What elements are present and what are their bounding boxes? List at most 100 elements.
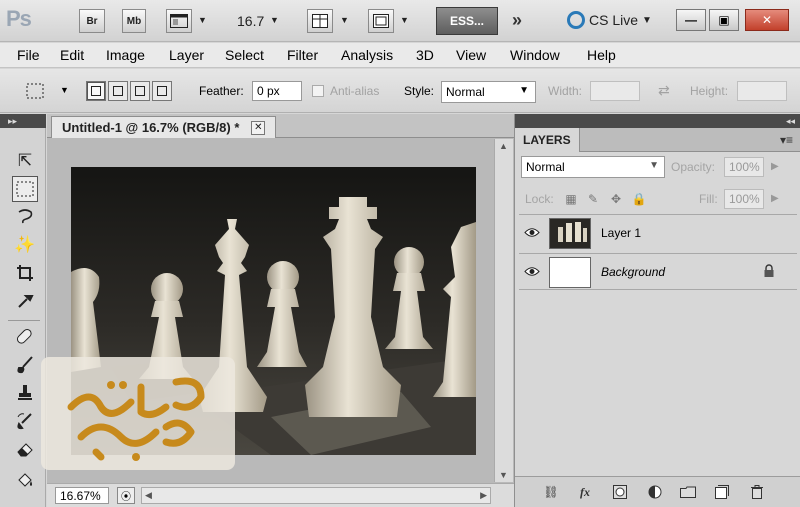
new-selection-button[interactable]	[86, 81, 106, 101]
maximize-button[interactable]: ▣	[709, 9, 739, 31]
crop-tool[interactable]	[12, 260, 38, 286]
scroll-down-icon[interactable]: ▼	[499, 470, 508, 480]
trash-icon[interactable]	[747, 483, 767, 501]
width-input[interactable]	[590, 81, 640, 101]
scroll-left-icon[interactable]: ◀	[145, 490, 152, 501]
chevron-right-icon[interactable]: ▶	[771, 161, 779, 172]
menu-window[interactable]: Window	[510, 47, 560, 63]
menu-help[interactable]: Help	[587, 47, 616, 63]
anti-alias-checkbox[interactable]	[312, 85, 324, 97]
menu-image[interactable]: Image	[106, 47, 145, 63]
add-to-selection-button[interactable]	[108, 81, 128, 101]
lock-position-icon[interactable]: ✥	[609, 192, 623, 206]
layer-mask-icon[interactable]	[610, 483, 630, 501]
lasso-tool[interactable]	[12, 204, 38, 230]
add-selection-icon	[113, 86, 123, 96]
chevron-right-icon[interactable]: ▶	[771, 193, 779, 204]
fill-field[interactable]: 100%	[724, 189, 764, 209]
lock-all-icon[interactable]: 🔒	[632, 192, 647, 206]
chevron-down-icon: ▼	[642, 14, 652, 26]
workspace-essentials-button[interactable]: ESS...	[436, 7, 498, 35]
menu-view[interactable]: View	[456, 47, 486, 63]
lock-paint-icon[interactable]: ✎	[586, 192, 600, 206]
minimize-icon: —	[685, 13, 697, 27]
scroll-right-icon[interactable]: ▶	[480, 490, 487, 501]
panel-collapse-handle[interactable]: ◂◂	[515, 114, 800, 128]
menu-file[interactable]: File	[17, 47, 40, 63]
feather-input[interactable]: 0 px	[252, 81, 302, 101]
toolbox-collapse-handle[interactable]: ▸▸	[0, 114, 46, 128]
eraser-icon	[17, 443, 33, 457]
fill-label: Fill:	[699, 192, 718, 206]
panel-menu-icon[interactable]: ▾≡	[780, 133, 793, 147]
minimize-button[interactable]: —	[676, 9, 706, 31]
menu-layer[interactable]: Layer	[169, 47, 204, 63]
bridge-button[interactable]: Br	[79, 9, 105, 33]
scroll-up-icon[interactable]: ▲	[499, 141, 508, 151]
magic-wand-icon: ✨	[14, 235, 36, 254]
film-strip-icon	[170, 14, 188, 28]
eye-icon[interactable]	[523, 264, 541, 278]
healing-brush-tool[interactable]	[12, 324, 38, 350]
clone-stamp-tool[interactable]	[12, 380, 38, 406]
opacity-field[interactable]: 100%	[724, 157, 764, 177]
status-info-icon[interactable]: ⦿	[117, 487, 135, 504]
menu-bar: File Edit Image Layer Select Filter Anal…	[0, 43, 800, 68]
double-chevron-icon[interactable]: »	[512, 10, 522, 31]
eyedropper-tool[interactable]	[12, 288, 38, 314]
swap-arrows-icon[interactable]: ⇄	[658, 82, 670, 99]
style-select[interactable]: Normal ▼	[441, 81, 536, 103]
chevron-down-icon[interactable]: ▼	[400, 15, 409, 25]
close-icon[interactable]: ✕	[251, 120, 266, 135]
menu-edit[interactable]: Edit	[60, 47, 84, 63]
brush-icon	[17, 356, 33, 374]
brush-tool[interactable]	[12, 352, 38, 378]
application-bar: Ps Br Mb ▼ 16.7 ▼ ▼ ▼ ESS... » CS Live ▼…	[0, 0, 800, 42]
layer-row[interactable]: Background	[519, 253, 797, 290]
eye-icon[interactable]	[523, 225, 541, 239]
menu-3d[interactable]: 3D	[416, 47, 434, 63]
paint-bucket-icon	[18, 473, 32, 487]
close-window-button[interactable]: ✕	[745, 9, 789, 31]
close-icon: ✕	[761, 13, 773, 27]
horizontal-scrollbar[interactable]: ◀ ▶	[141, 487, 491, 504]
paint-bucket-tool[interactable]	[12, 468, 38, 494]
height-input[interactable]	[737, 81, 787, 101]
subtract-from-selection-button[interactable]	[130, 81, 150, 101]
menu-analysis[interactable]: Analysis	[341, 47, 393, 63]
chevron-down-icon[interactable]: ▼	[340, 15, 349, 25]
clone-stamp-icon	[18, 385, 32, 400]
marquee-tool[interactable]	[12, 176, 38, 202]
menu-filter[interactable]: Filter	[287, 47, 318, 63]
eyedropper-icon	[18, 295, 34, 308]
link-layers-icon[interactable]: ⛓	[541, 483, 561, 501]
fx-icon[interactable]: fx	[575, 483, 595, 501]
chevron-down-icon[interactable]: ▼	[198, 15, 207, 25]
document-tab[interactable]: Untitled-1 @ 16.7% (RGB/8) * ✕	[51, 116, 277, 138]
layer-row[interactable]: Layer 1	[519, 214, 797, 251]
magic-wand-tool[interactable]: ✨	[12, 232, 38, 258]
lock-transparent-icon[interactable]: ▦	[564, 192, 578, 206]
rect-marquee-icon	[16, 181, 34, 197]
view-extras-button[interactable]	[166, 9, 192, 33]
history-brush-tool[interactable]	[12, 408, 38, 434]
screen-mode-button[interactable]	[368, 9, 394, 33]
menu-select[interactable]: Select	[225, 47, 264, 63]
tool-preset-picker[interactable]: ▼	[24, 81, 72, 101]
zoom-field[interactable]: 16.67%	[55, 487, 109, 504]
adjustment-layer-icon[interactable]	[645, 483, 665, 501]
group-icon[interactable]	[678, 483, 698, 501]
arrange-documents-button[interactable]	[307, 9, 333, 33]
tab-layers[interactable]: LAYERS	[515, 128, 580, 152]
cs-live-menu[interactable]: CS Live ▼	[567, 11, 652, 29]
move-tool[interactable]: ⇱	[12, 148, 38, 174]
mini-bridge-button[interactable]: Mb	[122, 9, 146, 33]
new-layer-icon[interactable]	[712, 483, 732, 501]
vertical-scrollbar[interactable]: ▲ ▼	[494, 139, 513, 482]
eraser-tool[interactable]	[12, 436, 38, 462]
chevron-down-icon[interactable]: ▼	[270, 15, 279, 25]
anti-alias-label: Anti-alias	[330, 84, 380, 98]
intersect-selection-button[interactable]	[152, 81, 172, 101]
blend-mode-select[interactable]: Normal ▼	[521, 156, 665, 178]
zoom-level[interactable]: 16.7	[237, 13, 264, 29]
